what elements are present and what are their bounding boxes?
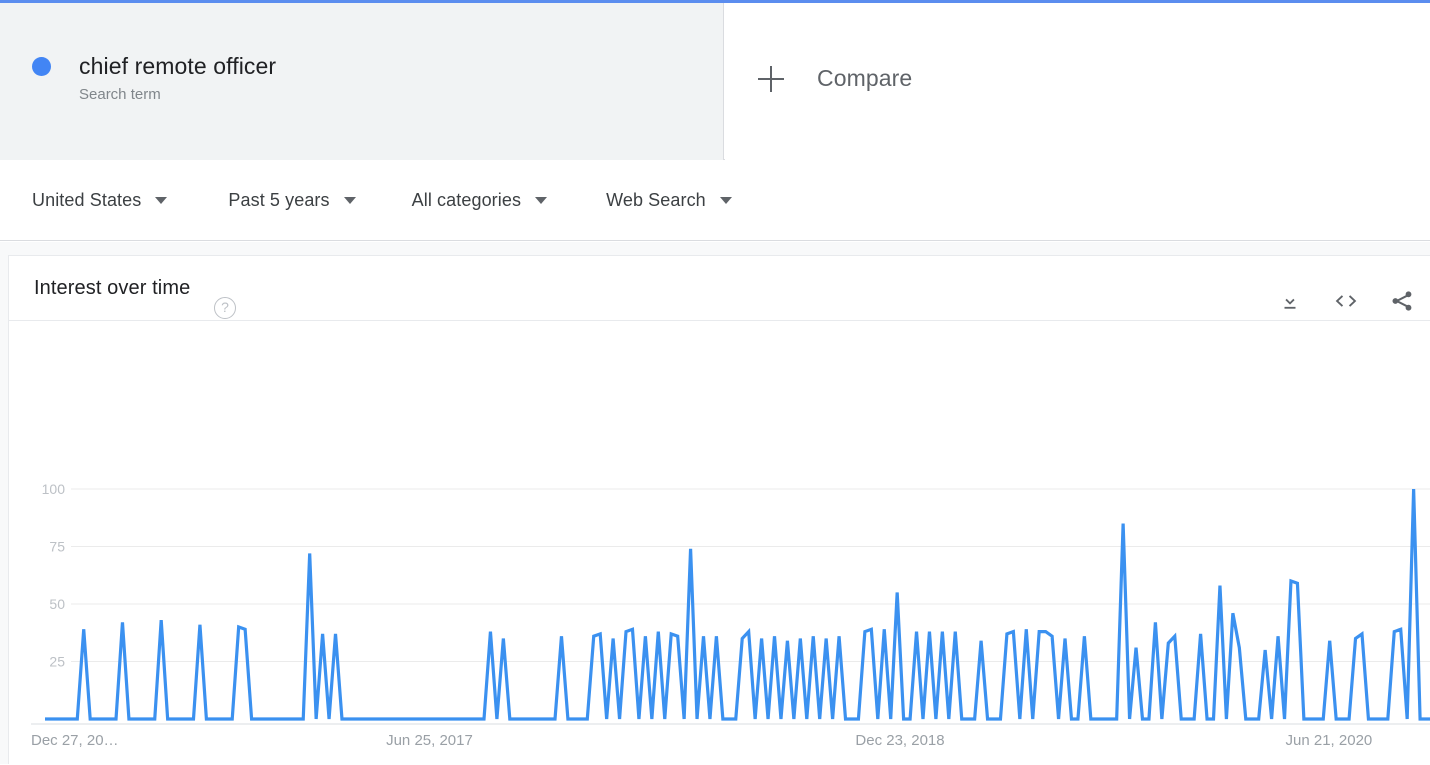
filter-location[interactable]: United States: [32, 179, 168, 223]
filter-location-label: United States: [32, 190, 142, 210]
chevron-down-icon: [535, 197, 548, 204]
filter-bar: United States Past 5 years All categorie…: [0, 161, 1430, 241]
search-term-title: chief remote officer: [79, 53, 277, 79]
share-icon[interactable]: [1388, 287, 1416, 315]
compare-pane: Compare: [725, 3, 1430, 160]
filter-time-range[interactable]: Past 5 years: [228, 179, 356, 223]
search-term-bar: chief remote officer Search term Compare: [0, 3, 1430, 160]
question-mark-icon[interactable]: ?: [214, 297, 236, 319]
filter-search-type-label: Web Search: [606, 190, 706, 210]
filter-category-label: All categories: [411, 190, 522, 210]
embed-code-icon[interactable]: [1332, 287, 1360, 315]
series-color-dot: [32, 57, 51, 76]
trends-line-chart: 25 50 75 100 Dec 27, 20… Jun 25, 2017 Dec 23,…: [31, 481, 1430, 749]
chevron-down-icon: [155, 197, 168, 204]
search-term-texts: chief remote officer Search term: [79, 51, 276, 106]
chevron-down-icon: [343, 197, 356, 204]
chevron-down-icon: [719, 197, 732, 204]
chart-card-header: Interest over time ?: [9, 256, 1430, 321]
compare-label: Compare: [817, 65, 913, 91]
x-axis-tick-3: Jun 21, 2020: [1286, 732, 1373, 749]
x-axis-tick-0: Dec 27, 20…: [31, 732, 119, 749]
filter-time-range-label: Past 5 years: [228, 190, 330, 210]
search-term-subtitle: Search term: [79, 86, 161, 103]
chart-x-axis-labels: Dec 27, 20… Jun 25, 2017 Dec 23, 2018 Jun 2…: [31, 732, 1372, 749]
filter-category[interactable]: All categories: [411, 179, 548, 223]
plus-icon: [758, 65, 784, 92]
search-term-content: chief remote officer Search term: [32, 51, 276, 106]
add-comparison-button[interactable]: Compare: [758, 65, 912, 92]
interest-over-time-card: Interest over time ? 25 50 75 100 Dec 27…: [8, 255, 1430, 764]
y-axis-tick-75: 75: [49, 539, 65, 555]
y-axis-tick-50: 50: [49, 596, 65, 612]
search-term-card[interactable]: chief remote officer Search term: [0, 3, 724, 160]
y-axis-tick-100: 100: [42, 481, 66, 497]
x-axis-tick-1: Jun 25, 2017: [386, 732, 473, 749]
chart-y-axis-labels: 25 50 75 100: [42, 481, 66, 670]
x-axis-tick-2: Dec 23, 2018: [855, 732, 944, 749]
chart-title: Interest over time: [34, 277, 191, 299]
y-axis-tick-25: 25: [49, 654, 65, 670]
interest-over-time-plot[interactable]: 25 50 75 100 Dec 27, 20… Jun 25, 2017 Dec 23,…: [9, 321, 1430, 765]
chart-toolbar: [1276, 287, 1416, 315]
download-icon[interactable]: [1276, 287, 1304, 315]
filter-search-type[interactable]: Web Search: [606, 179, 732, 223]
